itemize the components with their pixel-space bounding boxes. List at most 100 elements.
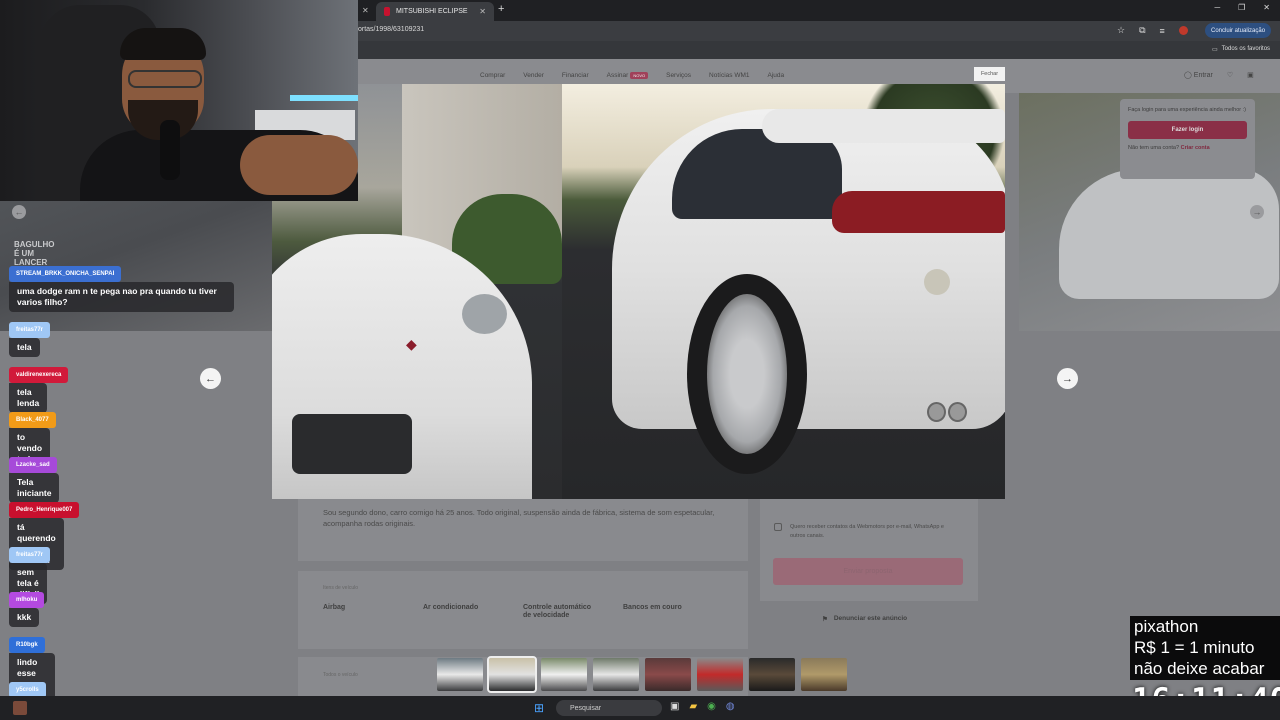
minimize-icon[interactable]: ─ — [1214, 3, 1220, 12]
chat-username: Lzacke_sad — [9, 457, 57, 473]
folder-icon: ▭ — [1212, 47, 1218, 53]
update-button[interactable]: Concluir atualização — [1205, 23, 1272, 38]
thumbnail[interactable] — [541, 658, 587, 691]
signup-line: Não tem uma conta? Criar conta — [1128, 145, 1247, 151]
feature-item: Ar condicionado — [423, 604, 479, 611]
photo-rear-car — [562, 84, 1005, 499]
pixathon-panel: pixathon R$ 1 = 1 minuto não deixe acaba… — [1130, 616, 1280, 680]
streamer-hair — [120, 28, 206, 60]
thumbnail[interactable] — [749, 658, 795, 691]
nav-items: Comprar Vender Financiar Assinar NOVO Ser… — [480, 72, 784, 79]
thumbnail[interactable] — [645, 658, 691, 691]
feature-item: Bancos em couro — [623, 604, 682, 611]
exhaust-tip — [927, 402, 946, 422]
streamer-arm — [240, 135, 358, 195]
window-controls: ─ ❐ ✕ — [1214, 3, 1270, 12]
nav-assinar-label: Assinar — [606, 72, 629, 79]
exhaust-tips — [927, 402, 967, 422]
chat-username: freitas77r — [9, 322, 51, 338]
nav-vender[interactable]: Vender — [523, 72, 544, 79]
signup-question: Não tem uma conta? — [1128, 145, 1180, 151]
pixathon-message: não deixe acabar — [1134, 659, 1265, 678]
bg-next-arrow-icon: → — [1250, 205, 1264, 219]
discord-icon[interactable]: ◍ — [726, 701, 735, 712]
pinned-app-icon[interactable] — [13, 701, 27, 715]
items-label: Itens de veículo — [323, 585, 359, 591]
account-area: ◯ Entrar ♡ ▣ — [1184, 71, 1254, 79]
new-tab-button[interactable]: + — [498, 3, 504, 15]
login-popup-text: Faça login para uma experiência ainda me… — [1128, 107, 1247, 113]
nav-noticias[interactable]: Notícias WM1 — [709, 72, 749, 79]
contact-form: Quero receber contatos da Webmotors por … — [760, 499, 978, 601]
fog-light — [924, 269, 950, 295]
consent-checkbox[interactable] — [774, 523, 782, 531]
create-account-link[interactable]: Criar conta — [1181, 145, 1210, 151]
chrome-icon[interactable]: ◉ — [707, 701, 716, 712]
thumbnail-selected[interactable] — [487, 656, 537, 693]
glasses — [128, 70, 202, 88]
chat-icon[interactable]: ▣ — [1247, 71, 1254, 79]
next-photo-button[interactable]: → — [1057, 368, 1078, 389]
url-field[interactable]: ortas/1998/63109231 — [358, 26, 424, 33]
chat-message: Tela iniciante — [9, 473, 60, 503]
tab-title: MITSUBISHI ECLIPSE 2.0 GST 16 — [396, 8, 469, 15]
all-label: Todos o veículo — [323, 672, 358, 678]
thumbnail[interactable] — [801, 658, 847, 691]
nav-financiar[interactable]: Financiar — [562, 72, 589, 79]
front-grille — [292, 414, 412, 474]
task-view-icon[interactable]: ▣ — [670, 701, 679, 712]
thumbnail[interactable] — [697, 658, 743, 691]
feature-item: Airbag — [323, 604, 346, 611]
desktop: MITSUBISHI ECLIPSE 2.0 GST 16 ✕ ✕ + ─ ❐ … — [0, 0, 1280, 720]
chat-username: Pedro_Henrique007 — [9, 502, 80, 518]
taskbar-search[interactable]: Pesquisar — [556, 700, 662, 716]
login-button[interactable]: Fazer login — [1128, 121, 1247, 139]
led-strip — [290, 95, 358, 101]
entrar-link[interactable]: ◯ Entrar — [1184, 71, 1213, 79]
thumbnail[interactable] — [593, 658, 639, 691]
webmotors-favicon-icon — [384, 7, 391, 16]
all-favorites[interactable]: ▭ Todos os favoritos — [1212, 46, 1270, 53]
chat-username: Black_4077 — [9, 412, 56, 428]
login-popup: Faça login para uma experiência ainda me… — [1120, 99, 1255, 179]
nav-ajuda[interactable]: Ajuda — [768, 72, 785, 79]
chat-message: tela — [9, 338, 40, 357]
new-badge: NOVO — [630, 72, 649, 79]
nav-assinar[interactable]: Assinar NOVO — [606, 72, 649, 79]
restore-icon[interactable]: ❐ — [1238, 3, 1245, 12]
profile-avatar[interactable] — [1178, 26, 1188, 35]
pixathon-title: pixathon — [1134, 617, 1199, 636]
feature-item: Controle automático de velocidade — [523, 604, 592, 619]
close-tab-icon[interactable]: ✕ — [479, 7, 486, 16]
chat-message: kkk — [9, 608, 40, 627]
close-lightbox-button[interactable]: Fechar — [974, 67, 1005, 81]
chat-username: valdirenexereca — [9, 367, 69, 383]
prev-photo-button[interactable]: ← — [200, 368, 221, 389]
arrow-right-icon: → — [1062, 372, 1073, 385]
browser-tab[interactable]: MITSUBISHI ECLIPSE 2.0 GST 16 ✕ — [376, 2, 494, 21]
extensions-icon[interactable]: ⧉ — [1139, 25, 1145, 36]
nav-servicos[interactable]: Serviços — [666, 72, 691, 79]
report-label: Denunciar este anúncio — [833, 615, 908, 622]
star-icon[interactable]: ☆ — [1117, 25, 1125, 36]
flag-icon: ⚑ — [822, 616, 828, 623]
close-prev-tab-icon[interactable]: ✕ — [362, 6, 369, 15]
chat-username: STREAM_BRKK_ONICHA_SENPAI — [9, 266, 122, 282]
thumbnail[interactable] — [437, 658, 483, 691]
file-explorer-icon[interactable]: ▰ — [689, 701, 697, 712]
chat-message: tela lenda — [9, 383, 48, 413]
nav-comprar[interactable]: Comprar — [480, 72, 505, 79]
heart-icon[interactable]: ♡ — [1227, 71, 1233, 79]
consent-text: Quero receber contatos da Webmotors por … — [790, 524, 944, 539]
report-link[interactable]: ⚑ Denunciar este anúncio — [822, 615, 907, 623]
chat-username: R10bgk — [9, 637, 45, 653]
windows-start-icon[interactable]: ⊞ — [534, 701, 544, 715]
chat-username: freitas77r — [9, 547, 51, 563]
chat-username: mlhoku — [9, 592, 45, 608]
rim — [707, 294, 787, 454]
media-icon[interactable]: ≡ — [1160, 26, 1165, 36]
send-proposal-button[interactable]: Enviar proposta — [773, 558, 963, 585]
rear-spoiler — [762, 109, 1005, 143]
close-window-icon[interactable]: ✕ — [1263, 3, 1270, 12]
bg-prev-arrow-icon: ← — [12, 205, 26, 219]
